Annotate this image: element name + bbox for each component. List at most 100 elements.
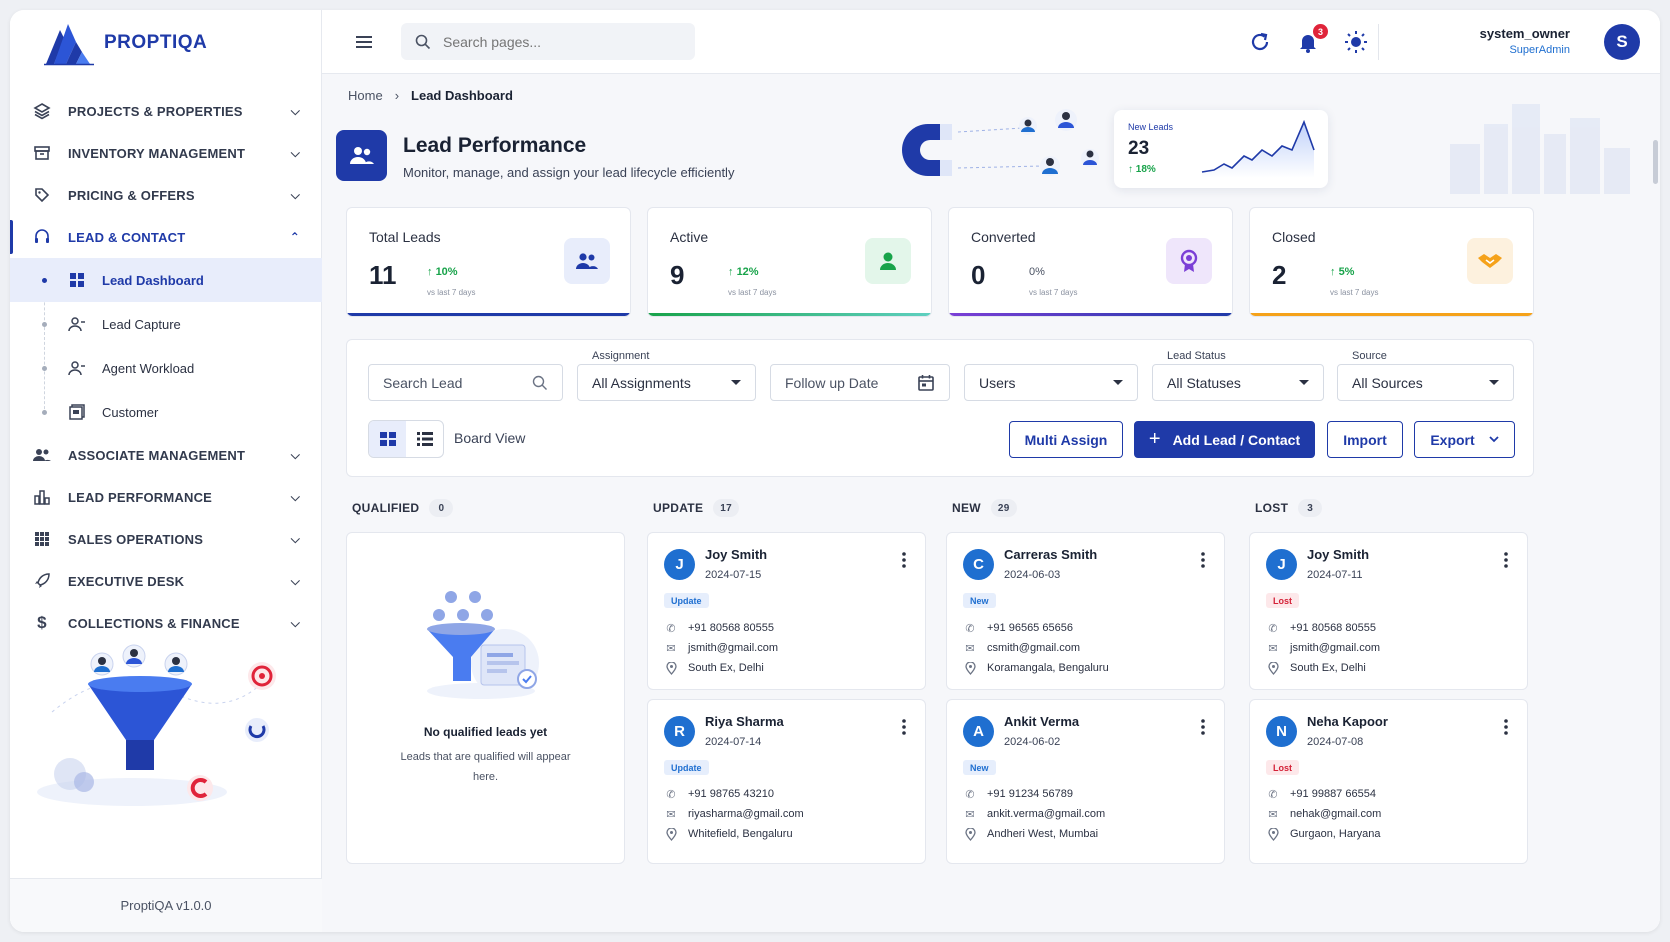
board-view-button[interactable] <box>369 421 406 457</box>
lead-status-select[interactable]: Lead Status All Statuses <box>1152 350 1324 401</box>
lead-card[interactable]: A Ankit Verma 2024-06-02 New ✆ +91 91234 … <box>946 699 1225 864</box>
stat-period: vs last 7 days <box>728 288 777 297</box>
search-lead-input[interactable]: Search Lead <box>368 364 563 401</box>
empty-funnel-illustration <box>427 591 539 699</box>
brand-logo[interactable]: PROPTIQA <box>42 20 207 66</box>
users-select[interactable]: Users <box>964 364 1138 401</box>
lead-name: Joy Smith <box>705 547 768 562</box>
column-header: UPDATE 17 <box>647 494 928 522</box>
import-button[interactable]: Import <box>1327 421 1403 458</box>
location-pin-icon <box>1266 827 1280 841</box>
column-count-badge: 17 <box>713 499 739 517</box>
lead-email: ✉ csmith@gmail.com <box>963 641 1080 655</box>
chevron-down-icon: ⌵ <box>290 145 300 160</box>
sidebar-item-inventory[interactable]: INVENTORY MANAGEMENT ⌵ <box>10 132 322 174</box>
lead-status-tag: Update <box>664 760 709 775</box>
assignment-value: All Assignments <box>592 374 691 391</box>
mail-icon: ✉ <box>1268 642 1278 655</box>
more-options-icon[interactable] <box>901 551 907 569</box>
lead-status-tag: Lost <box>1266 593 1299 608</box>
page-search[interactable] <box>401 23 695 60</box>
sidebar-subitem-customer[interactable]: Customer <box>10 390 322 434</box>
page-subtitle: Monitor, manage, and assign your lead li… <box>403 165 735 180</box>
sidebar-item-label: PROJECTS & PROPERTIES <box>68 103 243 119</box>
sidebar-item-sales-ops[interactable]: SALES OPERATIONS ⌵ <box>10 518 322 560</box>
lead-card[interactable]: N Neha Kapoor 2024-07-08 Lost ✆ +91 99887… <box>1249 699 1528 864</box>
sidebar-item-associate[interactable]: ASSOCIATE MANAGEMENT ⌵ <box>10 434 322 476</box>
sidebar-item-lead-performance[interactable]: LEAD PERFORMANCE ⌵ <box>10 476 322 518</box>
sidebar-subitem-lead-dashboard[interactable]: Lead Dashboard <box>10 258 322 302</box>
stats-row: Total Leads 11 ↑ 10% vs last 7 days Acti… <box>346 207 1534 317</box>
sidebar-subitem-lead-capture[interactable]: Lead Capture <box>10 302 322 346</box>
add-lead-button[interactable]: + Add Lead / Contact <box>1134 421 1315 458</box>
more-options-icon[interactable] <box>901 718 907 736</box>
source-select[interactable]: Source All Sources <box>1337 350 1514 401</box>
sidebar-item-pricing[interactable]: PRICING & OFFERS ⌵ <box>10 174 322 216</box>
sidebar-item-label: EXECUTIVE DESK <box>68 573 185 589</box>
lead-card[interactable]: R Riya Sharma 2024-07-14 Update ✆ +91 987… <box>647 699 926 864</box>
column-title: QUALIFIED <box>352 501 420 515</box>
chevron-right-icon: › <box>394 88 400 103</box>
scrollbar[interactable] <box>1653 140 1658 184</box>
more-options-icon[interactable] <box>1503 718 1509 736</box>
arrow-up-icon: ↑ <box>427 266 436 278</box>
mail-icon: ✉ <box>1268 808 1278 821</box>
location-pin-icon <box>664 827 678 841</box>
notification-button[interactable]: 3 <box>1296 24 1328 54</box>
layers-icon <box>32 101 52 121</box>
stat-card-total-leads[interactable]: Total Leads 11 ↑ 10% vs last 7 days <box>346 207 631 317</box>
dashboard-icon <box>68 271 86 289</box>
more-options-icon[interactable] <box>1200 718 1206 736</box>
lead-card[interactable]: J Joy Smith 2024-07-11 Lost ✆ +91 80568 8… <box>1249 532 1528 690</box>
follow-up-date-picker[interactable]: Follow up Date <box>770 364 950 401</box>
award-icon <box>1166 238 1212 284</box>
phone-icon: ✆ <box>1268 788 1278 801</box>
location-pin-icon <box>1266 661 1280 675</box>
location-pin-icon <box>963 827 977 841</box>
chevron-down-icon: ⌵ <box>290 447 300 462</box>
sidebar-item-lead-contact[interactable]: LEAD & CONTACT ⌃ <box>10 216 322 258</box>
arrow-up-icon: ↑ <box>1128 164 1136 175</box>
sun-icon[interactable] <box>1344 30 1368 54</box>
caret-down-icon <box>731 380 741 385</box>
lead-performance-icon <box>336 130 387 181</box>
lead-status-tag: New <box>963 760 996 775</box>
refresh-icon[interactable] <box>1248 30 1272 54</box>
stat-card-active[interactable]: Active 9 ↑ 12% vs last 7 days <box>647 207 932 317</box>
multi-assign-button[interactable]: Multi Assign <box>1009 421 1123 458</box>
stat-value: 0 <box>971 260 986 290</box>
lead-card[interactable]: J Joy Smith 2024-07-15 Update ✆ +91 80568… <box>647 532 926 690</box>
breadcrumb: Home › Lead Dashboard <box>348 88 513 103</box>
sidebar-subitem-agent-workload[interactable]: Agent Workload <box>10 346 322 390</box>
stat-card-converted[interactable]: Converted 0 0% vs last 7 days <box>948 207 1233 317</box>
breadcrumb-home[interactable]: Home <box>348 88 383 103</box>
assignment-select[interactable]: Assignment All Assignments <box>577 350 756 401</box>
more-options-icon[interactable] <box>1503 551 1509 569</box>
app-version: ProptiQA v1.0.0 <box>10 878 322 932</box>
user-info[interactable]: system_owner SuperAdmin <box>1480 26 1570 56</box>
column-count-badge: 3 <box>1298 499 1323 517</box>
lead-avatar: J <box>664 549 695 580</box>
rocket-icon <box>32 571 52 591</box>
chevron-down-icon: ⌵ <box>290 615 300 630</box>
stat-title: Closed <box>1272 229 1316 245</box>
avatar[interactable]: S <box>1604 24 1640 60</box>
hamburger-menu-icon[interactable] <box>354 32 374 52</box>
sidebar-item-projects[interactable]: PROJECTS & PROPERTIES ⌵ <box>10 90 322 132</box>
list-view-button[interactable] <box>406 421 443 457</box>
users-icon <box>32 445 52 465</box>
sidebar-item-label: ASSOCIATE MANAGEMENT <box>68 447 246 463</box>
sidebar-subitem-label: Agent Workload <box>102 360 195 376</box>
sidebar-item-label: PRICING & OFFERS <box>68 187 195 203</box>
sidebar-item-executive-desk[interactable]: EXECUTIVE DESK ⌵ <box>10 560 322 602</box>
more-options-icon[interactable] <box>1200 551 1206 569</box>
lead-card[interactable]: C Carreras Smith 2024-06-03 New ✆ +91 965… <box>946 532 1225 690</box>
caret-down-icon <box>1113 380 1123 385</box>
page-search-input[interactable] <box>443 33 673 50</box>
lead-email: ✉ nehak@gmail.com <box>1266 807 1381 821</box>
lead-avatar: C <box>963 549 994 580</box>
brand-name: PROPTIQA <box>104 32 208 53</box>
stat-card-closed[interactable]: Closed 2 ↑ 5% vs last 7 days <box>1249 207 1534 317</box>
lead-name: Carreras Smith <box>1004 547 1098 562</box>
export-button[interactable]: Export <box>1414 421 1515 458</box>
